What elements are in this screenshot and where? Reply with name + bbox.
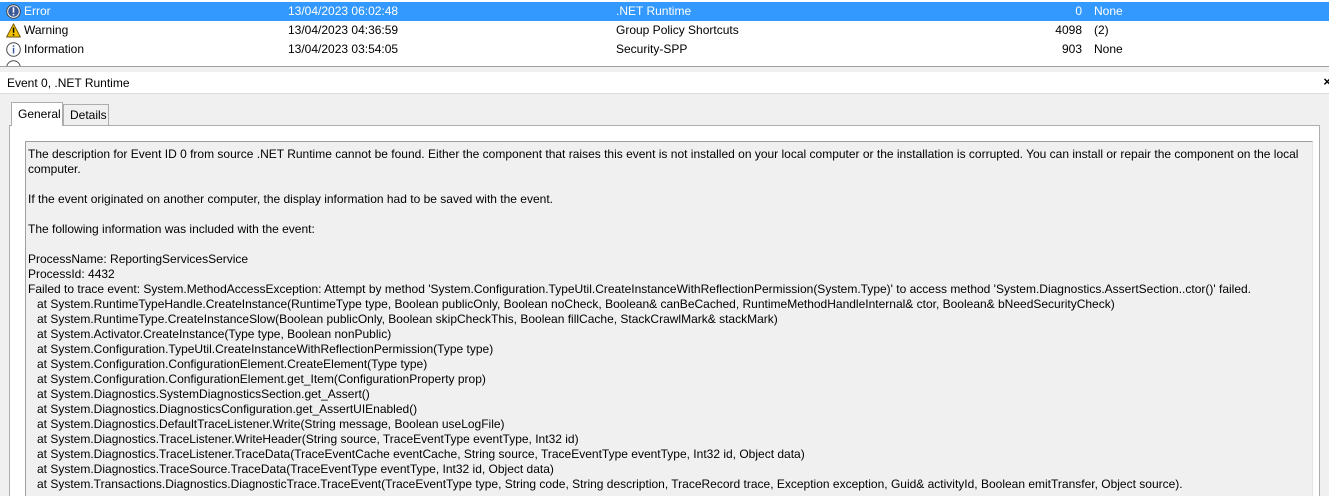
tab-details[interactable]: Details — [63, 104, 109, 126]
event-source: Group Policy Shortcuts — [616, 23, 739, 37]
event-level: Error — [24, 4, 51, 18]
information-icon — [6, 42, 21, 57]
close-icon[interactable]: × — [1323, 74, 1329, 89]
event-row-error[interactable]: Error 13/04/2023 06:02:48 .NET Runtime 0… — [0, 2, 1329, 21]
event-details-pane: Event 0, .NET Runtime × General Details … — [0, 72, 1329, 496]
event-date: 13/04/2023 06:02:48 — [288, 4, 399, 18]
stack-line: at System.Configuration.TypeUtil.CreateI… — [37, 342, 494, 356]
event-row-information[interactable]: Information 13/04/2023 03:54:05 Security… — [0, 40, 1329, 59]
stack-line: at System.Transactions.Diagnostics.Diagn… — [37, 477, 1183, 491]
event-level: Warning — [24, 23, 69, 37]
stack-line: at System.RuntimeType.CreateInstanceSlow… — [37, 312, 778, 326]
stack-line: at System.Diagnostics.TraceListener.Writ… — [37, 432, 579, 446]
event-level: Information — [24, 42, 85, 56]
event-list[interactable]: Error 13/04/2023 06:02:48 .NET Runtime 0… — [0, 0, 1329, 66]
stack-line: at System.Configuration.ConfigurationEle… — [37, 357, 428, 371]
pane-title: Event 0, .NET Runtime — [7, 76, 130, 90]
event-id: 903 — [1061, 42, 1082, 56]
event-category: (2) — [1094, 23, 1109, 37]
description-paragraph: The description for Event ID 0 from sour… — [28, 147, 1302, 176]
event-row-warning[interactable]: Warning 13/04/2023 04:36:59 Group Policy… — [0, 21, 1329, 40]
event-id: 0 — [1075, 4, 1082, 18]
tab-general-content: The description for Event ID 0 from sour… — [9, 125, 1320, 496]
stack-line: at System.Activator.CreateInstance(Type … — [37, 327, 392, 341]
description-paragraph: The following information was included w… — [28, 222, 315, 236]
event-description[interactable]: The description for Event ID 0 from sour… — [25, 141, 1313, 496]
stack-line: at System.Diagnostics.DiagnosticsConfigu… — [37, 402, 418, 416]
process-id: ProcessId: 4432 — [28, 267, 115, 281]
failure-message: Failed to trace event: System.MethodAcce… — [28, 282, 1252, 296]
event-category: None — [1094, 4, 1123, 18]
stack-line: at System.Diagnostics.TraceListener.Trac… — [37, 447, 805, 461]
stack-line: at System.Configuration.ConfigurationEle… — [37, 372, 486, 386]
event-source: Security-SPP — [616, 42, 688, 56]
error-icon — [6, 4, 21, 19]
tab-general[interactable]: General — [11, 102, 63, 126]
event-category: None — [1094, 42, 1123, 56]
stack-line: at System.Diagnostics.TraceSource.TraceD… — [37, 462, 554, 476]
stack-line: at System.Diagnostics.DefaultTraceListen… — [37, 417, 505, 431]
pane-header: Event 0, .NET Runtime × — [0, 72, 1329, 94]
stack-line: at System.Diagnostics.SystemDiagnosticsS… — [37, 387, 370, 401]
event-id: 4098 — [1055, 23, 1082, 37]
event-source: .NET Runtime — [616, 4, 692, 18]
stack-line: at System.RuntimeTypeHandle.CreateInstan… — [37, 297, 1115, 311]
process-name: ProcessName: ReportingServicesService — [28, 252, 249, 266]
warning-icon — [6, 23, 21, 38]
event-date: 13/04/2023 04:36:59 — [288, 23, 399, 37]
event-date: 13/04/2023 03:54:05 — [288, 42, 399, 56]
description-paragraph: If the event originated on another compu… — [28, 192, 553, 206]
